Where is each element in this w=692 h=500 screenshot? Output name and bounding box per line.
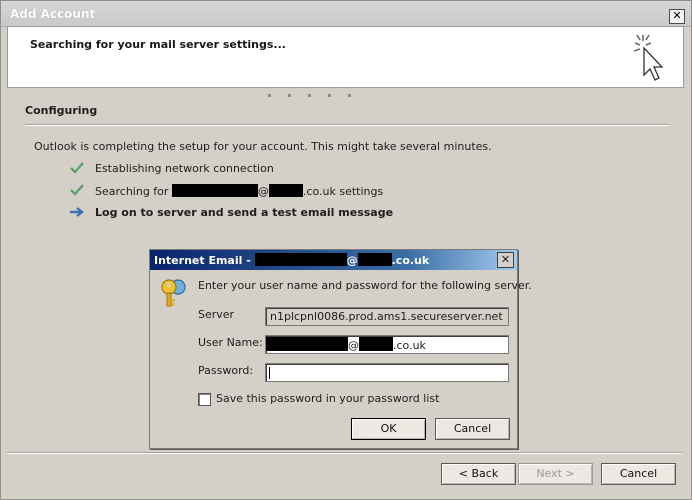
dialog-cancel-button[interactable]: Cancel	[435, 418, 510, 440]
username-input[interactable]: @ .co.uk	[265, 335, 509, 354]
key-icon	[161, 279, 186, 307]
intro-text: Outlook is completing the setup for your…	[34, 140, 492, 153]
step-label: Establishing network connection	[95, 162, 274, 175]
dialog-titlebar: Internet Email - @ .co.uk ✕	[150, 250, 517, 270]
redacted-text	[266, 337, 348, 351]
dialog-close-button[interactable]: ✕	[497, 252, 514, 268]
checkmark-icon	[70, 184, 84, 196]
username-label: User Name:	[198, 336, 263, 349]
dialog-prompt: Enter your user name and password for th…	[198, 279, 532, 292]
next-button[interactable]: Next >	[518, 463, 593, 485]
text-caret	[269, 367, 270, 379]
arrow-right-icon	[70, 207, 84, 217]
server-label: Server	[198, 308, 235, 321]
username-value: @ .co.uk	[266, 337, 426, 352]
header-panel: Searching for your mail server settings.…	[7, 26, 684, 88]
redacted-text	[359, 337, 393, 351]
section-divider	[25, 124, 669, 126]
cancel-button[interactable]: Cancel	[601, 463, 676, 485]
back-button[interactable]: < Back	[441, 463, 516, 485]
redacted-text	[268, 184, 303, 197]
step-label: Log on to server and send a test email m…	[95, 206, 394, 219]
redacted-text	[171, 184, 258, 197]
redacted-text	[254, 253, 347, 266]
server-field: n1plcpnl0086.prod.ams1.secureserver.net	[265, 307, 509, 326]
section-title: Configuring	[25, 104, 98, 117]
save-password-checkbox[interactable]	[198, 393, 211, 406]
window-close-button[interactable]: ✕	[669, 9, 685, 24]
window-title: Add Account	[10, 7, 96, 21]
step-label: Searching for @ .co.uk settings	[95, 184, 384, 198]
dialog-title: Internet Email - @ .co.uk	[154, 253, 430, 267]
page-heading: Searching for your mail server settings.…	[30, 38, 286, 51]
save-password-label[interactable]: Save this password in your password list	[216, 392, 439, 405]
window-titlebar: Add Account ✕	[1, 1, 691, 27]
redacted-text	[357, 253, 392, 266]
ok-button[interactable]: OK	[351, 418, 426, 440]
footer-divider	[7, 452, 682, 454]
password-input[interactable]	[265, 363, 509, 382]
checkmark-icon	[70, 162, 84, 174]
credentials-dialog: Internet Email - @ .co.uk ✕ Enter your us…	[149, 249, 532, 449]
password-label: Password:	[198, 364, 254, 377]
server-value: n1plcpnl0086.prod.ams1.secureserver.net	[270, 310, 503, 323]
busy-cursor-icon	[633, 34, 664, 81]
